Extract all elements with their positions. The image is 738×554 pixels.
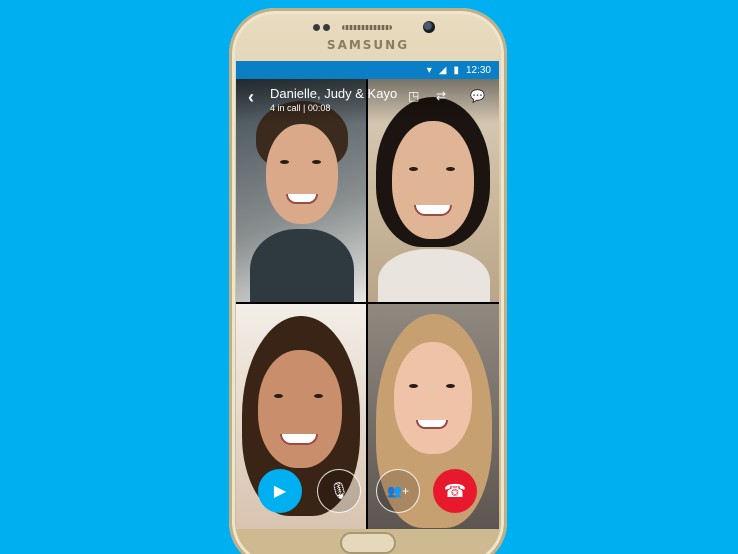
- light-sensor: [323, 24, 330, 31]
- participant-face: [258, 350, 342, 468]
- call-subtitle: 4 in call | 00:08: [270, 103, 331, 113]
- switch-camera-icon[interactable]: ⇄: [436, 89, 446, 103]
- front-camera: [423, 21, 435, 33]
- back-chevron-icon[interactable]: ‹: [248, 87, 254, 108]
- end-call-icon: ☎: [443, 480, 467, 501]
- add-participant-button[interactable]: 👥+: [376, 469, 420, 513]
- video-camera-icon: ▶: [273, 483, 287, 500]
- picture-in-picture-icon[interactable]: ◳: [408, 89, 419, 103]
- video-toggle-button[interactable]: ▶: [258, 469, 302, 513]
- participant-body: [250, 229, 354, 302]
- earpiece-speaker: [342, 25, 392, 30]
- end-call-button[interactable]: ☎: [433, 469, 477, 513]
- phone-screen: ▾ ◢ ▮ 12:30 ‹ Danielle, Judy & Kayo 4 in…: [236, 61, 499, 529]
- mute-button[interactable]: 🎙: [317, 469, 361, 513]
- add-people-icon: 👥+: [387, 484, 409, 498]
- status-bar: ▾ ◢ ▮ 12:30: [236, 61, 499, 79]
- microphone-icon: 🎙: [328, 483, 350, 500]
- chat-icon[interactable]: 💬: [470, 89, 485, 103]
- wifi-icon: ▾: [426, 64, 432, 76]
- participant-face: [394, 342, 472, 454]
- clock: 12:30: [465, 64, 491, 76]
- participant-face: [266, 124, 338, 224]
- participant-face: [392, 121, 474, 239]
- signal-icon: ◢: [438, 64, 447, 76]
- proximity-sensor: [313, 24, 320, 31]
- participant-body: [378, 249, 490, 302]
- call-header: ‹ Danielle, Judy & Kayo 4 in call | 00:0…: [236, 79, 499, 123]
- call-title: Danielle, Judy & Kayo: [270, 86, 398, 101]
- home-button[interactable]: [340, 532, 396, 554]
- battery-icon: ▮: [453, 64, 459, 76]
- brand-logo: SAMSUNG: [326, 38, 410, 52]
